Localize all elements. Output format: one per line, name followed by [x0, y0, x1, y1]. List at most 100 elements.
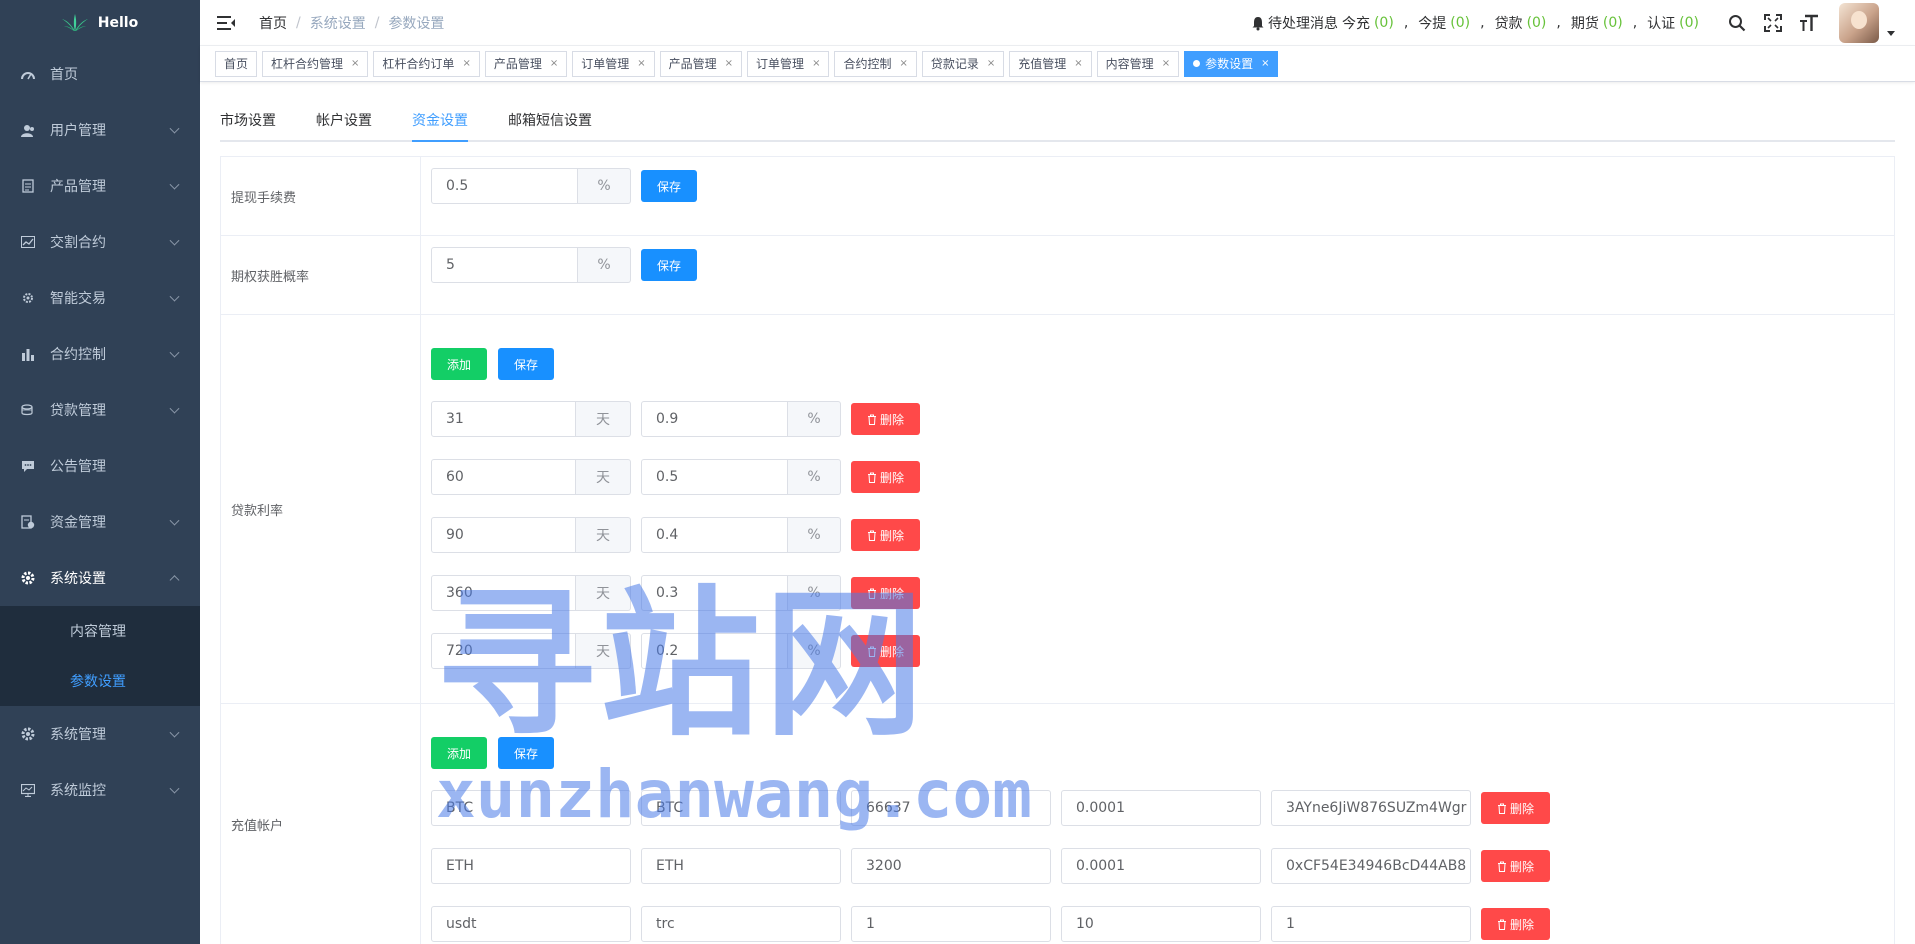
loan-days-input[interactable]: 720 [431, 633, 576, 669]
sidebar-item-delivery-contract[interactable]: 交割合约 [0, 214, 200, 270]
sidebar-item-users[interactable]: 用户管理 [0, 102, 200, 158]
sidebar-item-products[interactable]: 产品管理 [0, 158, 200, 214]
close-icon[interactable]: × [1074, 58, 1082, 69]
add-button[interactable]: 添加 [431, 737, 487, 769]
field-label: 贷款利率 [221, 315, 421, 703]
account-price-input[interactable]: 3200 [851, 848, 1051, 884]
loan-rate-input[interactable]: 0.5 [641, 459, 788, 495]
tag-item[interactable]: 订单管理 × [572, 50, 655, 77]
tag-item[interactable]: 订单管理 × [747, 50, 830, 77]
account-min-input[interactable]: 0.0001 [1061, 790, 1261, 826]
save-button[interactable]: 保存 [498, 348, 554, 380]
loan-rate-input[interactable]: 0.4 [641, 517, 788, 553]
add-button[interactable]: 添加 [431, 348, 487, 380]
sidebar-item-loans[interactable]: 贷款管理 [0, 382, 200, 438]
account-coin-input[interactable]: ETH [641, 848, 841, 884]
close-icon[interactable]: × [637, 58, 645, 69]
tag-item[interactable]: 杠杆合约管理 × [262, 50, 369, 77]
sidebar-item-system-monitor[interactable]: 系统监控 [0, 762, 200, 818]
close-icon[interactable]: × [351, 58, 359, 69]
save-button[interactable]: 保存 [641, 249, 697, 281]
sidebar-item-label: 合约控制 [50, 347, 106, 363]
avatar[interactable] [1839, 3, 1879, 43]
caret-down-icon[interactable] [1887, 30, 1895, 36]
sidebar-subitem-content[interactable]: 内容管理 [0, 606, 200, 656]
tab-fund-settings[interactable]: 资金设置 [412, 110, 468, 142]
close-icon[interactable]: × [987, 58, 995, 69]
logo[interactable]: Hello [0, 0, 200, 46]
save-button[interactable]: 保存 [498, 737, 554, 769]
account-min-input[interactable]: 0.0001 [1061, 848, 1261, 884]
account-name-input[interactable]: ETH [431, 848, 631, 884]
fullscreen-icon[interactable] [1763, 13, 1783, 33]
tab-account-settings[interactable]: 帐户设置 [316, 110, 372, 140]
sidebar-item-system-admin[interactable]: 系统管理 [0, 706, 200, 762]
loan-rate-input[interactable]: 0.2 [641, 633, 788, 669]
close-icon[interactable]: × [812, 58, 820, 69]
delete-button[interactable]: 删除 [851, 635, 920, 667]
coins-icon [20, 402, 36, 418]
tag-item[interactable]: 产品管理 × [484, 50, 568, 77]
account-min-input[interactable]: 10 [1061, 906, 1261, 942]
delete-button[interactable]: 删除 [1481, 792, 1550, 824]
breadcrumb-item[interactable]: 首页 [259, 13, 287, 33]
loan-days-input[interactable]: 60 [431, 459, 576, 495]
trash-icon [1497, 919, 1506, 930]
account-coin-input[interactable]: trc [641, 906, 841, 942]
account-address-input[interactable]: 1 [1271, 906, 1471, 942]
close-icon[interactable]: × [899, 58, 907, 69]
account-coin-input[interactable]: BTC [641, 790, 841, 826]
sidebar-item-announcements[interactable]: 公告管理 [0, 438, 200, 494]
close-icon[interactable]: × [1261, 58, 1269, 69]
account-address-input[interactable]: 3AYne6JiW876SUZm4Wgr [1271, 790, 1471, 826]
search-icon[interactable] [1727, 13, 1747, 33]
delete-button[interactable]: 删除 [1481, 850, 1550, 882]
hamburger-menu-icon[interactable] [217, 15, 235, 30]
loan-days-input[interactable]: 90 [431, 517, 576, 553]
tag-home[interactable]: 首页 [215, 50, 258, 77]
sidebar-subitem-params[interactable]: 参数设置 [0, 656, 200, 706]
withdraw-fee-group: 0.5 % [431, 168, 631, 204]
account-name-input[interactable]: usdt [431, 906, 631, 942]
loan-rate-input[interactable]: 0.3 [641, 575, 788, 611]
loan-days-input[interactable]: 360 [431, 575, 576, 611]
delete-button[interactable]: 删除 [851, 577, 920, 609]
chevron-down-icon [169, 515, 180, 526]
withdraw-fee-input[interactable]: 0.5 [431, 168, 578, 204]
percent-suffix: % [578, 168, 631, 204]
account-name-input[interactable]: BTC [431, 790, 631, 826]
tab-email-sms-settings[interactable]: 邮箱短信设置 [508, 110, 592, 140]
tag-item[interactable]: 杠杆合约订单 × [373, 50, 480, 77]
close-icon[interactable]: × [462, 58, 470, 69]
sidebar-item-home[interactable]: 首页 [0, 46, 200, 102]
tab-market-settings[interactable]: 市场设置 [220, 110, 276, 140]
close-icon[interactable]: × [550, 58, 558, 69]
delete-button[interactable]: 删除 [851, 461, 920, 493]
save-button[interactable]: 保存 [641, 170, 697, 202]
tag-item[interactable]: 内容管理 × [1096, 50, 1180, 77]
loan-days-input[interactable]: 31 [431, 401, 576, 437]
tag-item[interactable]: 贷款记录 × [921, 50, 1005, 77]
sidebar-item-system-settings[interactable]: 系统设置 [0, 550, 200, 606]
delete-button[interactable]: 删除 [851, 403, 920, 435]
close-icon[interactable]: × [1162, 58, 1170, 69]
counter-label: 贷款 [1494, 16, 1523, 32]
tag-active[interactable]: 参数设置 × [1184, 50, 1279, 77]
tag-item[interactable]: 充值管理 × [1009, 50, 1092, 77]
account-price-input[interactable]: 1 [851, 906, 1051, 942]
delete-button[interactable]: 删除 [1481, 908, 1550, 940]
account-address-input[interactable]: 0xCF54E34946BcD44AB8 [1271, 848, 1471, 884]
sidebar-item-funds[interactable]: 资金管理 [0, 494, 200, 550]
close-icon[interactable]: × [725, 58, 733, 69]
font-size-icon[interactable] [1799, 13, 1819, 33]
sidebar-item-contract-control[interactable]: 合约控制 [0, 326, 200, 382]
pending-messages[interactable]: 待处理消息 今充 (0) , 今提 (0) , 贷款 (0) , 期货 (0) … [1251, 13, 1703, 33]
delete-button[interactable]: 删除 [851, 519, 920, 551]
win-rate-input[interactable]: 5 [431, 247, 578, 283]
account-price-input[interactable]: 66637 [851, 790, 1051, 826]
loan-rate-input[interactable]: 0.9 [641, 401, 788, 437]
tag-item[interactable]: 合约控制 × [834, 50, 917, 77]
tag-item[interactable]: 产品管理 × [659, 50, 743, 77]
sidebar-item-smart-trade[interactable]: 智能交易 [0, 270, 200, 326]
day-suffix: 天 [576, 401, 631, 437]
